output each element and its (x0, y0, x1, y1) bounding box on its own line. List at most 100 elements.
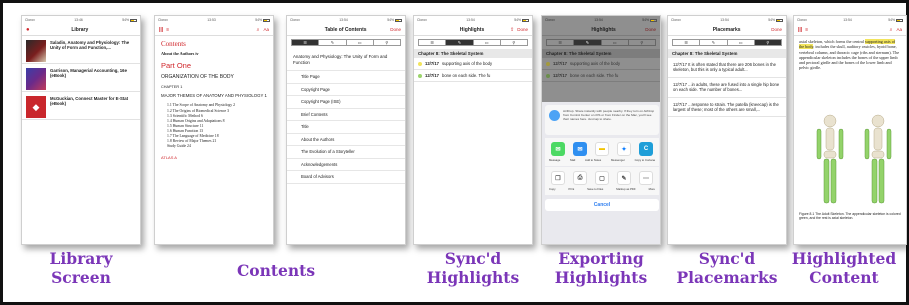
about-authors-link[interactable]: About the Authors (161, 51, 194, 56)
toc-tab-icon[interactable]: ☰ (292, 40, 320, 45)
view-segmented-control: ☰ ✎ ▭ ⚲ (546, 39, 656, 46)
toc-item[interactable]: Copyright Page (ISE) (287, 96, 405, 109)
battery-icon (649, 18, 657, 22)
library-book-row[interactable]: ◆ McGuckian, Connect Master for E-Stat (… (22, 92, 140, 120)
highlights-tab-icon[interactable]: ✎ (700, 40, 728, 45)
toc-tab-icon[interactable]: ☰ (547, 40, 575, 45)
placemarks-tab-icon[interactable]: ⚲ (629, 40, 655, 45)
caption-line: Library (49, 249, 113, 268)
carrier-label: Clorox (671, 18, 681, 22)
done-button[interactable]: Done (645, 27, 656, 32)
menu-icon[interactable]: ≡ (805, 27, 808, 33)
highlight-text: supporting axis of the body (569, 61, 621, 66)
cancel-button[interactable]: Cancel (545, 199, 659, 211)
highlights-tab-icon[interactable]: ✎ (319, 40, 347, 45)
phone-highlights-screen: Clorox 13:54 54% Highlights ⇪ Done ☰ ✎ ▭… (413, 15, 533, 245)
battery-icon (262, 18, 270, 22)
carrier-label: Clorox (290, 18, 300, 22)
print-icon[interactable]: ⎙ (573, 171, 587, 185)
part-heading: Part One (161, 61, 192, 70)
toc-tab-icon[interactable]: ☰ (673, 40, 701, 45)
battery-label: 54% (122, 18, 129, 22)
highlight-row: 12/7/17 supporting axis of the body (542, 58, 660, 70)
section-link[interactable]: Study Guide 24 (167, 144, 267, 149)
placemark-row[interactable]: 12/7/17 It is often stated that there ar… (668, 58, 786, 78)
toc-tab-icon[interactable]: ☰ (419, 40, 447, 45)
highlight-row[interactable]: 12/7/17 supporting axis of the body (414, 58, 532, 70)
font-size-icon[interactable]: Aa (896, 27, 902, 32)
caption-syncd-placemarks: Sync'd Placemarks (657, 249, 797, 287)
placemarks-nav-bar: Placemarks Done (668, 24, 786, 36)
notes-app-icon[interactable]: ▬ (595, 142, 609, 156)
library-icon[interactable]: ||| (798, 27, 802, 33)
highlight-row: 12/7/17 bone on each side. The fu (542, 70, 660, 82)
highlight-date: 12/7/17 (425, 73, 439, 78)
save-to-files-icon[interactable]: ▢ (595, 171, 609, 185)
placemark-row[interactable]: 12/7/17 ...response to strain. The patel… (668, 98, 786, 118)
chapter-title-row[interactable]: MAJOR THEMES OF ANATOMY AND PHYSIOLOGY 1 (161, 93, 267, 98)
app-label: Add to Notes (585, 158, 602, 162)
notes-tab-icon[interactable]: ▭ (728, 40, 755, 45)
action-label: Print (568, 187, 575, 191)
share-icon[interactable]: ⇪ (510, 27, 514, 33)
toc-item[interactable]: Copyright Page (287, 84, 405, 97)
done-button[interactable]: Done (771, 27, 782, 32)
toc-item[interactable]: About the Authors (287, 134, 405, 147)
dimmed-highlights-view: Clorox 13:54 54% Highlights Done ☰ ✎ ▭ ⚲… (542, 16, 660, 102)
toc-item[interactable]: Brief Contents (287, 109, 405, 122)
chapter-title[interactable]: MAJOR THEMES OF ANATOMY AND PHYSIOLOGY (161, 93, 263, 98)
caption-line: Highlights (426, 268, 520, 287)
toc-item[interactable]: The Evolution of a Storyteller (287, 146, 405, 159)
cortana-app-icon[interactable]: C (639, 142, 653, 156)
library-icon[interactable]: ||| (159, 27, 163, 33)
library-book-row[interactable]: Saladin, Anatomy and Physiology: The Uni… (22, 36, 140, 64)
time-label: 13:54 (339, 18, 348, 22)
notes-tab-icon[interactable]: ▭ (474, 40, 501, 45)
phone-exporting-screen: Clorox 13:54 54% Highlights Done ☰ ✎ ▭ ⚲… (541, 15, 661, 245)
search-icon[interactable]: ⌕ (890, 27, 893, 33)
done-button[interactable]: Done (517, 27, 528, 32)
toc-item[interactable]: Acknowledgements (287, 159, 405, 172)
caption-line: Exporting (558, 249, 644, 268)
carrier-label: Clorox (797, 18, 807, 22)
mail-app-icon[interactable]: ✉ (573, 142, 587, 156)
action-label: Markup as PDF (616, 187, 636, 191)
share-action-labels: Copy Print Save to Files Markup as PDF M… (545, 186, 659, 195)
highlight-row[interactable]: 12/7/17 bone on each side. The fu (414, 70, 532, 82)
menu-icon[interactable]: ≡ (166, 27, 169, 33)
notes-tab-icon[interactable]: ▭ (602, 40, 629, 45)
book-title: Anatomy and Physiology: The Unity of For… (287, 49, 405, 72)
message-app-icon[interactable]: ✉ (551, 142, 565, 156)
toc-title: Table of Contents (324, 26, 367, 33)
green-highlight-dot (418, 73, 422, 78)
carrier-label: Clorox (545, 18, 555, 22)
placemark-row[interactable]: 12/7/17 ...in adults, these are fused in… (668, 78, 786, 98)
markup-pdf-icon[interactable]: ✎ (617, 171, 631, 185)
carrier-label: Clorox (417, 18, 427, 22)
placemarks-tab-icon[interactable]: ⚲ (374, 40, 400, 45)
more-icon[interactable]: ⋯ (639, 171, 653, 185)
placemarks-tab-icon[interactable]: ⚲ (501, 40, 527, 45)
skeleton-figure-image (816, 114, 892, 204)
atlas-label[interactable]: ATLAS A (161, 155, 267, 160)
font-size-icon[interactable]: Aa (263, 27, 269, 32)
search-icon[interactable]: ⌕ (257, 27, 260, 33)
phone-library-screen: Clorox 13:46 54% ● Library Saladin, Anat… (21, 15, 141, 245)
toc-item[interactable]: Title Page (287, 71, 405, 84)
part-title[interactable]: ORGANIZATION OF THE BODY (161, 74, 267, 80)
done-button[interactable]: Done (390, 27, 401, 32)
copy-icon[interactable]: ❐ (551, 171, 565, 185)
view-segmented-control: ☰ ✎ ▭ ⚲ (418, 39, 528, 46)
toc-item[interactable]: Title (287, 121, 405, 134)
yellow-highlight-dot (546, 61, 550, 66)
placemarks-tab-icon[interactable]: ⚲ (754, 40, 781, 45)
contents-about-row[interactable]: About the Authors iv (161, 51, 267, 56)
library-book-row[interactable]: Garrison, Managerial Accounting, 16e (eB… (22, 64, 140, 92)
toc-item[interactable]: Board of Advisors (287, 171, 405, 184)
highlights-tab-icon[interactable]: ✎ (574, 40, 602, 45)
highlights-tab-icon[interactable]: ✎ (446, 40, 474, 45)
airdrop-section[interactable]: AirDrop. Share instantly with people nea… (545, 105, 659, 135)
messenger-app-icon[interactable]: ✦ (617, 142, 631, 156)
highlights-nav-bar: Highlights Done (542, 24, 660, 36)
notes-tab-icon[interactable]: ▭ (347, 40, 374, 45)
